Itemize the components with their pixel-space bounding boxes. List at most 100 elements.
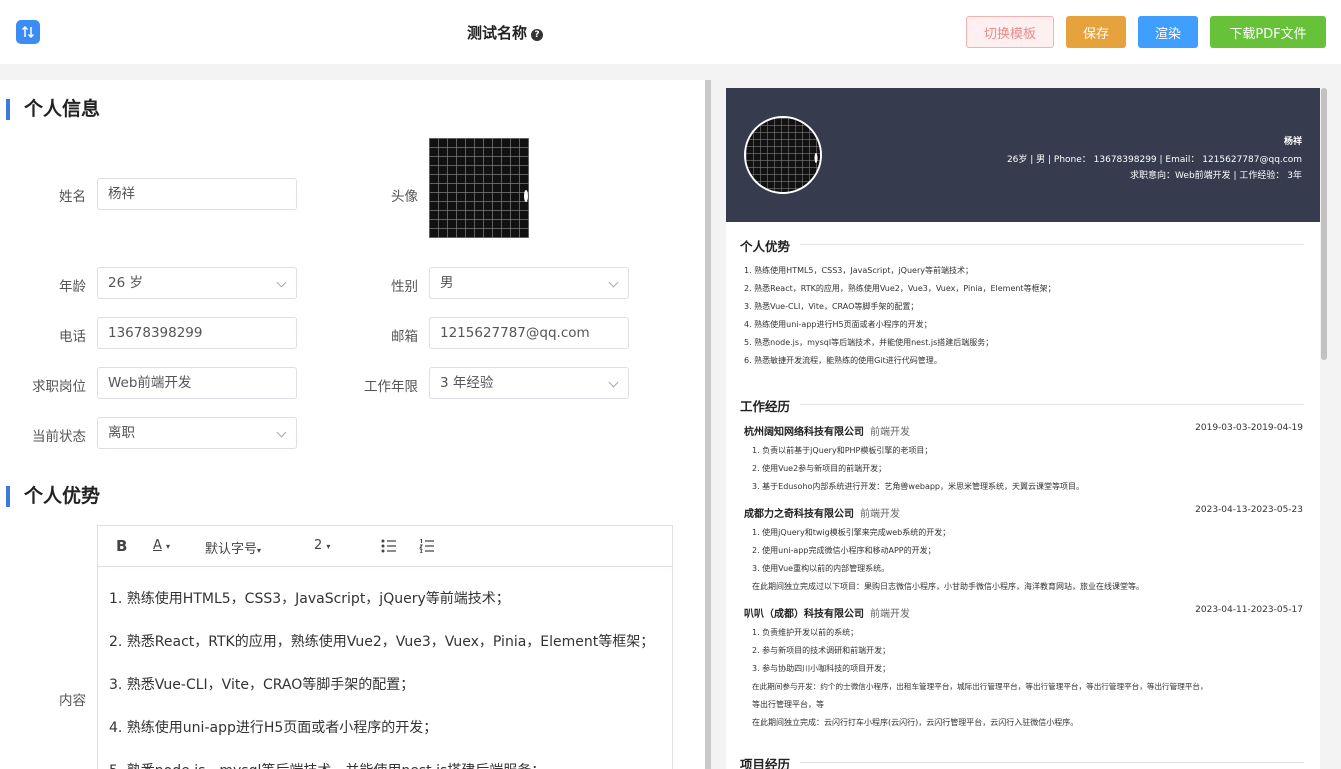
chevron-down-icon	[276, 277, 287, 288]
resume-section-title: 项目经历	[740, 757, 791, 769]
age-select[interactable]: 26 岁	[97, 267, 297, 299]
job-date: 2019-03-03-2019-04-19	[1195, 423, 1303, 433]
status-label: 当前状态	[32, 429, 86, 445]
email-input[interactable]: 1215627787@qq.com	[429, 317, 629, 349]
save-button[interactable]: 保存	[1066, 16, 1126, 48]
resume-list-item: 3. 基于Edusoho内部系统进行开发：艺角兽webapp，米思米管理系统，天…	[752, 482, 1085, 491]
resume-list-item: 4. 熟练使用uni-app进行H5页面或者小程序的开发；	[744, 320, 932, 329]
avatar-image	[429, 138, 529, 238]
resume-list-item: 3. 参与协助四川小咖科技的项目开发；	[752, 664, 891, 673]
render-button[interactable]: 渲染	[1138, 16, 1198, 48]
status-select[interactable]: 离职	[97, 417, 297, 449]
gender-select-value: 男	[440, 275, 454, 291]
font-size-select[interactable]: 默认字号▾	[205, 538, 261, 557]
chevron-down-icon	[276, 427, 287, 438]
page-title-wrap: 测试名称?	[0, 22, 1010, 43]
resume-list-item: 2. 使用uni-app完成微信小程序和移动APP的开发；	[752, 546, 936, 555]
job-company: 叭叭（成都）科技有限公司 前端开发	[744, 605, 910, 620]
job-company-name: 成都力之奇科技有限公司	[744, 509, 854, 520]
job-input[interactable]: Web前端开发	[97, 367, 297, 399]
editor-paragraph[interactable]: 2. 熟悉React，RTK的应用，熟练使用Vue2，Vue3，Vuex，Pin…	[109, 631, 654, 651]
job-date: 2023-04-13-2023-05-23	[1195, 505, 1303, 515]
resume-list-item: 2. 熟悉React，RTK的应用，熟练使用Vue2，Vue3，Vuex，Pin…	[744, 284, 1056, 293]
editor-paragraph[interactable]: 5. 熟悉node.js，mysql等后端技术，并能使用nest.js搭建后端服…	[109, 760, 545, 769]
resume-list-item: 在此期间参与开发：约个的士微信小程序，出租车管理平台，城际出行管理平台，等出行管…	[752, 682, 1208, 691]
switch-template-button[interactable]: 切换模板	[966, 16, 1054, 48]
chevron-down-icon	[608, 377, 619, 388]
section-divider	[800, 762, 1304, 763]
resume-list-item: 在此期间独立完成：云闪行打车小程序(云闪行)，云闪行管理平台，云闪行入驻微信小程…	[752, 718, 1079, 727]
resume-header: 杨祥 26岁 | 男 | Phone： 13678398299 | Email：…	[726, 88, 1320, 222]
avatar-upload[interactable]	[429, 138, 529, 238]
bullet-list-icon[interactable]	[381, 539, 397, 553]
editor-paragraph[interactable]: 1. 熟练使用HTML5，CSS3，JavaScript，jQuery等前端技术…	[109, 588, 510, 608]
job-company-name: 杭州阔知网络科技有限公司	[744, 427, 864, 438]
font-color-label: A	[153, 538, 162, 553]
preview-scrollbar[interactable]	[1321, 88, 1327, 360]
resume-list-item: 1. 负责维护开发以前的系统；	[752, 628, 859, 637]
resume-preview: 杨祥 26岁 | 男 | Phone： 13678398299 | Email：…	[726, 88, 1320, 769]
page-title[interactable]: 测试名称	[467, 24, 527, 42]
resume-list-item: 1. 使用jQuery和twig模板引擎来完成web系统的开发；	[752, 528, 951, 537]
resume-section-project: 项目经历	[740, 754, 1304, 769]
resume-list-item: 1. 熟练使用HTML5，CSS3，JavaScript，jQuery等前端技术…	[744, 266, 973, 275]
help-icon[interactable]: ?	[531, 29, 543, 41]
top-bar: 测试名称? 切换模板 保存 渲染 下载PDF文件	[0, 0, 1341, 64]
avatar-image	[746, 118, 820, 192]
job-position: 前端开发	[870, 427, 910, 438]
resume-list-item: 6. 熟悉敏捷开发流程，能熟练的使用Git进行代码管理。	[744, 356, 942, 365]
resume-list-item: 1. 负责以前基于jQuery和PHP模板引擎的老项目；	[752, 446, 933, 455]
resume-list-item: 3. 熟悉Vue-CLI，Vite，CRAO等脚手架的配置；	[744, 302, 919, 311]
email-label: 邮箱	[391, 329, 418, 345]
section-title-advantage: 个人优势	[6, 486, 100, 507]
resume-section-work: 工作经历	[740, 396, 1304, 415]
resume-name: 杨祥	[1283, 137, 1302, 147]
resume-list-item: 5. 熟悉node.js，mysql等后端技术，并能使用nest.js搭建后端服…	[744, 338, 994, 347]
gender-label: 性别	[391, 279, 418, 295]
download-pdf-button[interactable]: 下载PDF文件	[1210, 16, 1326, 48]
job-company-name: 叭叭（成都）科技有限公司	[744, 609, 864, 620]
phone-input[interactable]: 13678398299	[97, 317, 297, 349]
chevron-down-icon	[608, 277, 619, 288]
form-panel: 个人信息 姓名 杨祥 头像 年龄 26 岁 性别 男 电话 1367839829…	[0, 80, 705, 769]
editor-paragraph[interactable]: 3. 熟悉Vue-CLI，Vite，CRAO等脚手架的配置；	[109, 674, 414, 694]
caret-down-icon: ▾	[257, 546, 262, 555]
job-company: 杭州阔知网络科技有限公司 前端开发	[744, 423, 910, 438]
job-position: 前端开发	[870, 609, 910, 620]
line-height-select[interactable]: 2 ▾	[314, 538, 330, 553]
name-input[interactable]: 杨祥	[97, 178, 297, 210]
job-label: 求职岗位	[32, 379, 86, 395]
caret-down-icon: ▾	[166, 542, 171, 551]
age-select-value: 26 岁	[108, 275, 143, 291]
resume-section-advantage: 个人优势	[740, 236, 1304, 255]
resume-list-item: 2. 参与新项目的技术调研和前端开发；	[752, 646, 891, 655]
age-label: 年龄	[59, 279, 86, 295]
name-label: 姓名	[59, 189, 86, 205]
font-color-button[interactable]: A ▾	[153, 538, 170, 553]
section-title-personal: 个人信息	[6, 99, 100, 120]
status-select-value: 离职	[108, 425, 135, 441]
editor-paragraph[interactable]: 4. 熟练使用uni-app进行H5页面或者小程序的开发；	[109, 717, 437, 737]
job-position: 前端开发	[860, 509, 900, 520]
phone-label: 电话	[59, 329, 86, 345]
resume-list-item: 3. 使用Vue重构以前的内部管理系统。	[752, 564, 890, 573]
bold-button[interactable]: B	[116, 537, 127, 555]
resume-job-intent: 求职意向：Web前端开发 | 工作经验： 3年	[1130, 171, 1302, 181]
resume-section-title: 个人优势	[740, 239, 791, 254]
avatar-label: 头像	[391, 189, 418, 205]
section-divider	[800, 404, 1304, 405]
years-label: 工作年限	[364, 379, 418, 395]
content-label: 内容	[59, 693, 86, 709]
resume-basic-info: 26岁 | 男 | Phone： 13678398299 | Email： 12…	[1006, 155, 1302, 165]
years-select-value: 3 年经验	[440, 375, 494, 391]
resume-section-title: 工作经历	[740, 399, 791, 414]
numbered-list-icon[interactable]	[419, 539, 435, 553]
years-select[interactable]: 3 年经验	[429, 367, 629, 399]
line-height-label: 2	[314, 538, 323, 553]
job-date: 2023-04-11-2023-05-17	[1195, 605, 1303, 615]
font-size-label: 默认字号	[205, 542, 258, 557]
resume-list-item: 在此期间独立完成过以下项目：果购日志微信小程序，小甘助手微信小程序，海洋教育网站…	[752, 582, 1144, 591]
section-divider	[800, 244, 1304, 245]
rich-text-editor[interactable]: B A ▾ 默认字号▾ 2 ▾ 1. 熟练使用HTML5，CSS3，JavaSc…	[97, 525, 673, 769]
gender-select[interactable]: 男	[429, 267, 629, 299]
